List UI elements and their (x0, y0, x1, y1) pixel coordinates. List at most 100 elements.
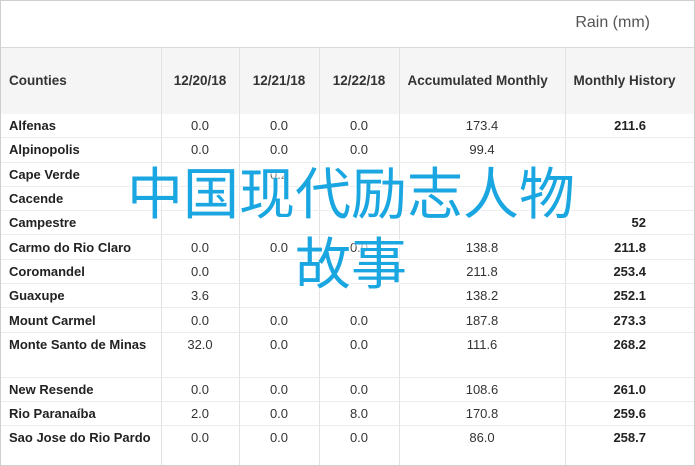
date-2-cell: 0.0 (239, 114, 320, 139)
county-cell: Guaxupe (1, 283, 162, 309)
accumulated-cell: 138.2 (399, 283, 566, 309)
table-row: Monte Santo de Minas 32.0 0.0 0.0 111.6 268.2 (1, 332, 694, 378)
county-cell: Alfenas (1, 114, 162, 139)
accumulated-cell: 173.4 (399, 114, 566, 139)
accumulated-cell (399, 186, 566, 212)
date-3-cell (319, 162, 400, 187)
date-2-cell: 0.0 (239, 425, 320, 465)
county-cell: Carmo do Rio Claro (1, 234, 162, 260)
history-cell (565, 137, 694, 163)
date-3-cell (319, 186, 400, 212)
date-2-cell: 0.0 (239, 332, 320, 378)
date-1-cell: 3.6 (161, 283, 240, 309)
accumulated-cell: 108.6 (399, 377, 566, 402)
history-cell: 258.7 (565, 425, 694, 465)
table-body: Alfenas 0.0 0.0 0.0 173.4 211.6 Alpinopolis 0.0… (1, 114, 694, 465)
history-cell: 273.3 (565, 307, 694, 333)
history-cell (565, 186, 694, 212)
date-2-cell: 0.0 (239, 401, 320, 427)
date-1-cell: 32.0 (161, 332, 240, 378)
date-3-cell: 0.0 (319, 332, 400, 378)
history-cell: 259.6 (565, 401, 694, 427)
date-1-cell (161, 162, 240, 187)
date-1-cell: 0.0 (161, 307, 240, 333)
history-cell: 211.8 (565, 234, 694, 260)
table-title-bar: Rain (mm) (1, 1, 694, 48)
date-2-cell: 0.0 (239, 307, 320, 333)
date-3-cell (319, 283, 400, 309)
date-3-cell: 0.0 (319, 377, 400, 402)
column-header-counties[interactable]: Counties (1, 48, 162, 114)
table-row: Guaxupe 3.6 138.2 252.1 (1, 283, 694, 309)
table-row: Sao Jose do Rio Pardo 0.0 0.0 0.0 86.0 258.7 (1, 425, 694, 465)
date-2-cell (239, 283, 320, 309)
accumulated-cell: 99.4 (399, 137, 566, 163)
date-2-cell: 0.0 (239, 137, 320, 163)
history-cell: 268.2 (565, 332, 694, 378)
date-1-cell (161, 186, 240, 212)
date-1-cell: 0.0 (161, 377, 240, 402)
table-row: Alfenas 0.0 0.0 0.0 173.4 211.6 (1, 114, 694, 139)
column-header-date-1[interactable]: 12/20/18 (161, 48, 240, 114)
county-cell: New Resende (1, 377, 162, 402)
table-row: Campestre 52 (1, 210, 694, 236)
date-1-cell: 0.0 (161, 114, 240, 139)
table-row: Carmo do Rio Claro 0.0 0.0 0.0 138.8 211.8 (1, 234, 694, 260)
column-header-monthly-history[interactable]: Monthly History (565, 48, 694, 114)
history-cell: 52 (565, 210, 694, 236)
date-1-cell: 0.0 (161, 234, 240, 260)
accumulated-cell: 187.8 (399, 307, 566, 333)
county-cell: Coromandel (1, 259, 162, 285)
column-header-accumulated-monthly[interactable]: Accumulated Monthly (399, 48, 566, 114)
accumulated-cell (399, 162, 566, 187)
accumulated-cell: 170.8 (399, 401, 566, 427)
table-row: Alpinopolis 0.0 0.0 0.0 99.4 (1, 137, 694, 163)
table-row: Mount Carmel 0.0 0.0 0.0 187.8 273.3 (1, 307, 694, 333)
rain-table: Counties 12/20/18 12/21/18 12/22/18 Accu… (1, 48, 694, 465)
table-row: New Resende 0.0 0.0 0.0 108.6 261.0 (1, 377, 694, 402)
county-cell: Mount Carmel (1, 307, 162, 333)
date-2-cell: 0.0 (239, 234, 320, 260)
column-header-date-3[interactable]: 12/22/18 (319, 48, 400, 114)
date-3-cell: 0.0 (319, 137, 400, 163)
date-2-cell (239, 210, 320, 236)
date-3-cell: 0.0 (319, 425, 400, 465)
date-3-cell: 0.0 (319, 307, 400, 333)
date-1-cell: 0.0 (161, 425, 240, 465)
table-title: Rain (mm) (575, 14, 650, 31)
date-2-cell (239, 259, 320, 285)
history-cell: 211.6 (565, 114, 694, 139)
county-cell: Campestre (1, 210, 162, 236)
date-1-cell (161, 210, 240, 236)
accumulated-cell: 138.8 (399, 234, 566, 260)
date-2-cell: 0.0 (239, 377, 320, 402)
accumulated-cell: 111.6 (399, 332, 566, 378)
date-1-cell: 2.0 (161, 401, 240, 427)
date-3-cell: 8.0 (319, 401, 400, 427)
column-header-date-2[interactable]: 12/21/18 (239, 48, 320, 114)
county-cell: Cacende (1, 186, 162, 212)
date-1-cell: 0.0 (161, 137, 240, 163)
accumulated-cell: 211.8 (399, 259, 566, 285)
date-3-cell: 0.0 (319, 234, 400, 260)
date-1-cell: 0.0 (161, 259, 240, 285)
history-cell: 253.4 (565, 259, 694, 285)
history-cell: 252.1 (565, 283, 694, 309)
table-row: Cape Verde 0.2 (1, 162, 694, 187)
county-cell: Sao Jose do Rio Pardo (1, 425, 162, 465)
date-3-cell (319, 210, 400, 236)
accumulated-cell (399, 210, 566, 236)
date-3-cell (319, 259, 400, 285)
history-cell (565, 162, 694, 187)
table-header-row: Counties 12/20/18 12/21/18 12/22/18 Accu… (1, 48, 694, 114)
rain-table-panel: Rain (mm) Counties 12/20/18 12/21/18 12/… (0, 0, 695, 466)
table-row: Rio Paranaíba 2.0 0.0 8.0 170.8 259.6 (1, 401, 694, 427)
date-3-cell: 0.0 (319, 114, 400, 139)
table-row: Cacende (1, 186, 694, 212)
county-cell: Cape Verde (1, 162, 162, 187)
date-2-cell: 0.2 (239, 162, 320, 187)
county-cell: Rio Paranaíba (1, 401, 162, 427)
table-row: Coromandel 0.0 211.8 253.4 (1, 259, 694, 285)
county-cell: Alpinopolis (1, 137, 162, 163)
county-cell: Monte Santo de Minas (1, 332, 162, 378)
